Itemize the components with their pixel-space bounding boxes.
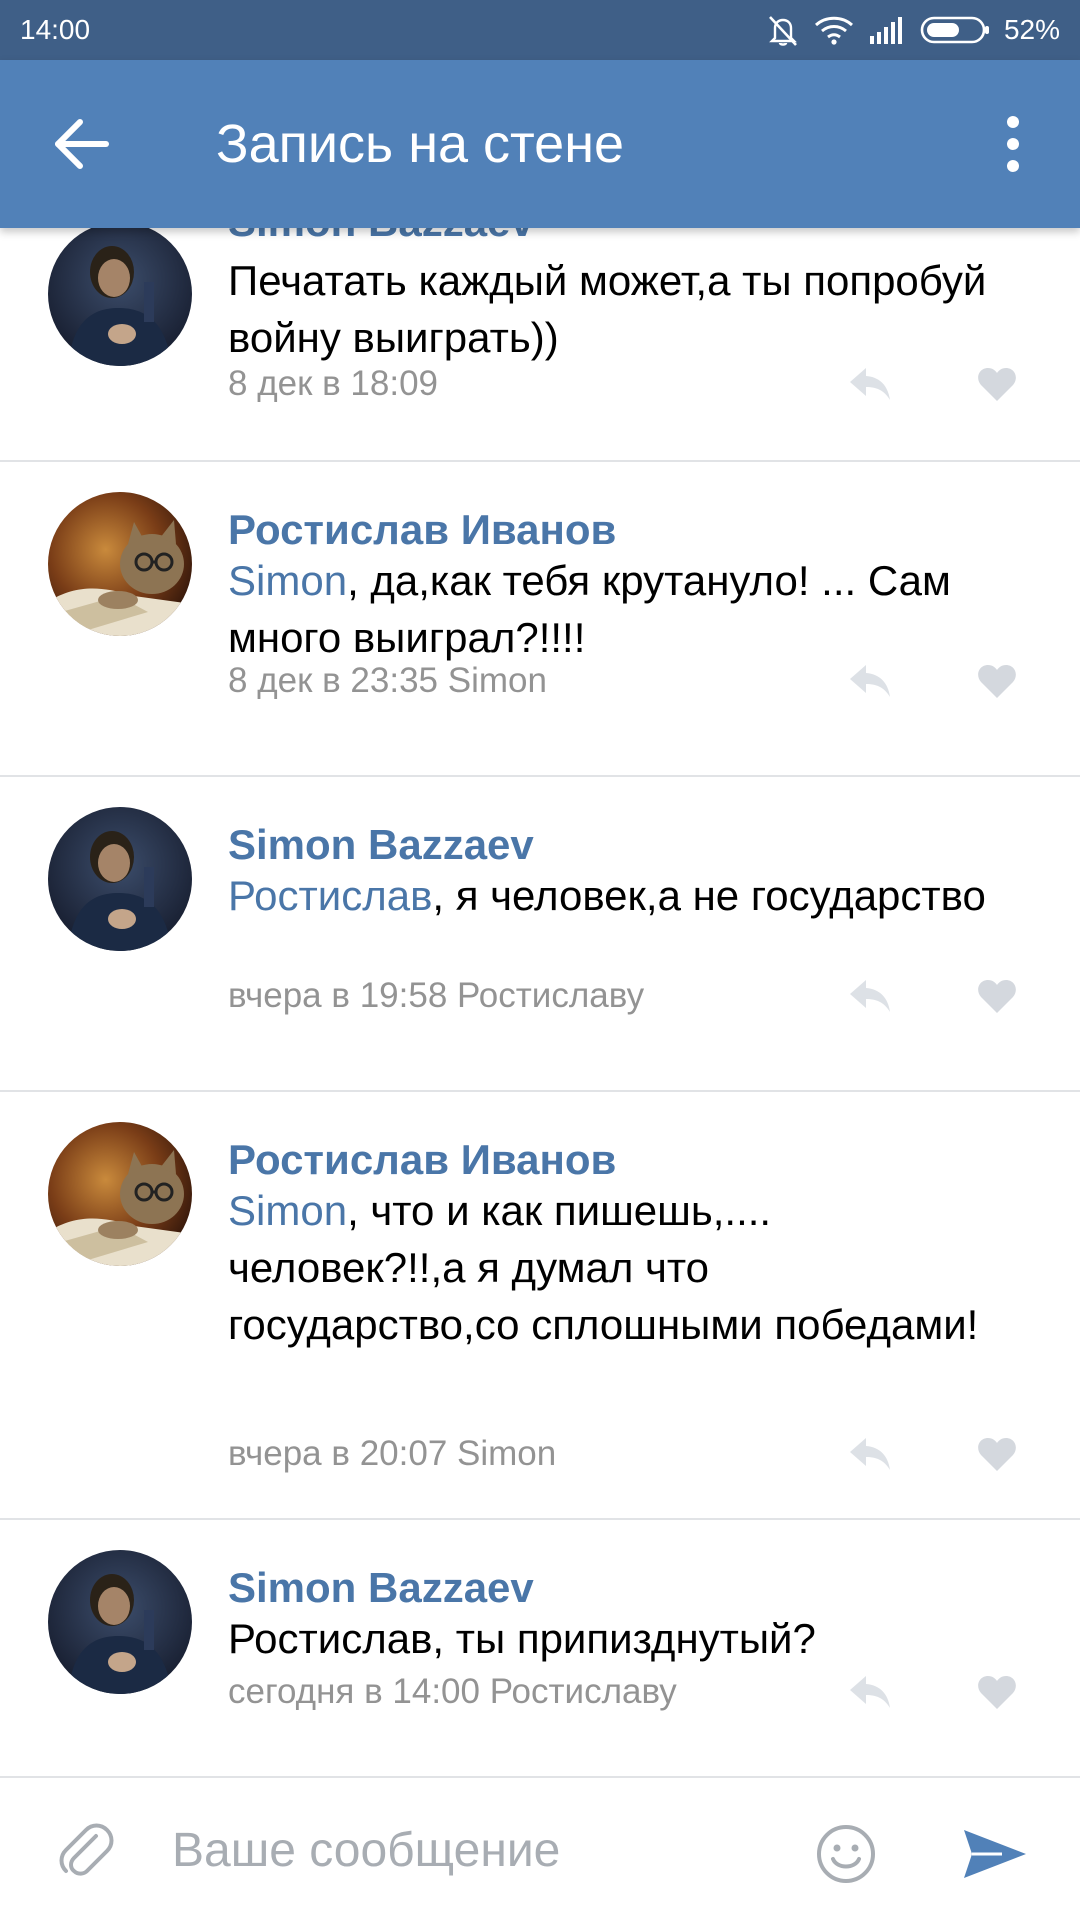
heart-icon[interactable] — [977, 663, 1017, 699]
smiley-icon[interactable] — [816, 1824, 876, 1884]
comment-meta: вчера в 19:58 Ростиславу — [228, 976, 645, 1015]
status-time: 14:00 — [20, 14, 91, 45]
comment-author[interactable]: Simon Bazzaev — [228, 1564, 534, 1612]
comment-item: Simon Bazzaev Ростислав, ты припизднутый… — [0, 1520, 1080, 1776]
reply-icon[interactable] — [848, 1436, 892, 1472]
message-input[interactable] — [172, 1808, 792, 1892]
comment-body: , я человек,а не государство — [432, 872, 986, 919]
comment-item: Ростислав Иванов Simon, что и как пишешь… — [0, 1092, 1080, 1520]
avatar[interactable] — [48, 228, 192, 366]
more-vertical-icon[interactable] — [995, 116, 1031, 172]
comment-mention[interactable]: Ростислав — [228, 872, 432, 919]
comment-text: Simon, что и как пишешь,.... человек?!!,… — [228, 1182, 988, 1353]
status-bar: 14:00 52% — [0, 0, 1080, 60]
status-icons: 52% — [766, 14, 1060, 46]
comment-meta: сегодня в 14:00 Ростиславу — [228, 1672, 677, 1711]
comment-mention[interactable]: Simon — [228, 557, 347, 604]
comment-item: Simon Bazzaev Печатать каждый может,а ты… — [0, 228, 1080, 462]
avatar[interactable] — [48, 492, 192, 636]
comment-text: Ростислав, я человек,а не государство — [228, 867, 988, 924]
heart-icon[interactable] — [977, 978, 1017, 1014]
muted-bell-icon — [769, 16, 797, 46]
heart-icon[interactable] — [977, 366, 1017, 402]
signal-icon — [869, 17, 902, 44]
reply-icon[interactable] — [848, 663, 892, 699]
comment-author[interactable]: Ростислав Иванов — [228, 506, 616, 554]
comment-item: Ростислав Иванов Simon, да,как тебя крут… — [0, 462, 1080, 777]
paperclip-icon[interactable] — [56, 1822, 114, 1880]
comment-mention[interactable]: Simon — [228, 1187, 347, 1234]
comment-author[interactable]: Simon Bazzaev — [228, 228, 534, 246]
comment-author[interactable]: Simon Bazzaev — [228, 821, 534, 869]
comments-feed[interactable]: Simon Bazzaev Печатать каждый может,а ты… — [0, 228, 1080, 1776]
avatar[interactable] — [48, 1550, 192, 1694]
avatar[interactable] — [48, 1122, 192, 1266]
heart-icon[interactable] — [977, 1436, 1017, 1472]
wifi-icon — [814, 16, 853, 45]
message-composer — [0, 1776, 1080, 1920]
comment-text: Simon, да,как тебя крутануло! ... Сам мн… — [228, 552, 988, 666]
comment-meta: 8 дек в 18:09 — [228, 364, 439, 403]
comment-meta: 8 дек в 23:35 Simon — [228, 661, 547, 700]
comment-meta: вчера в 20:07 Simon — [228, 1434, 557, 1473]
battery-icon — [920, 16, 989, 44]
comment-item: Simon Bazzaev Ростислав, я человек,а не … — [0, 777, 1080, 1092]
comment-author[interactable]: Ростислав Иванов — [228, 1136, 616, 1184]
comment-text: Печатать каждый может,а ты попробуй войн… — [228, 252, 988, 366]
heart-icon[interactable] — [977, 1674, 1017, 1710]
comment-body: Ростислав, ты припизднутый? — [228, 1615, 816, 1662]
page-title: Запись на стене — [216, 114, 625, 174]
app-bar: Запись на стене — [0, 60, 1080, 228]
avatar[interactable] — [48, 807, 192, 951]
reply-icon[interactable] — [848, 1674, 892, 1710]
battery-percent: 52% — [1003, 14, 1060, 45]
send-icon[interactable] — [962, 1828, 1028, 1880]
comment-text: Ростислав, ты припизднутый? — [228, 1610, 988, 1667]
arrow-left-icon[interactable] — [52, 118, 112, 170]
reply-icon[interactable] — [848, 366, 892, 402]
reply-icon[interactable] — [848, 978, 892, 1014]
comment-body: Печатать каждый может,а ты попробуй войн… — [228, 257, 987, 361]
